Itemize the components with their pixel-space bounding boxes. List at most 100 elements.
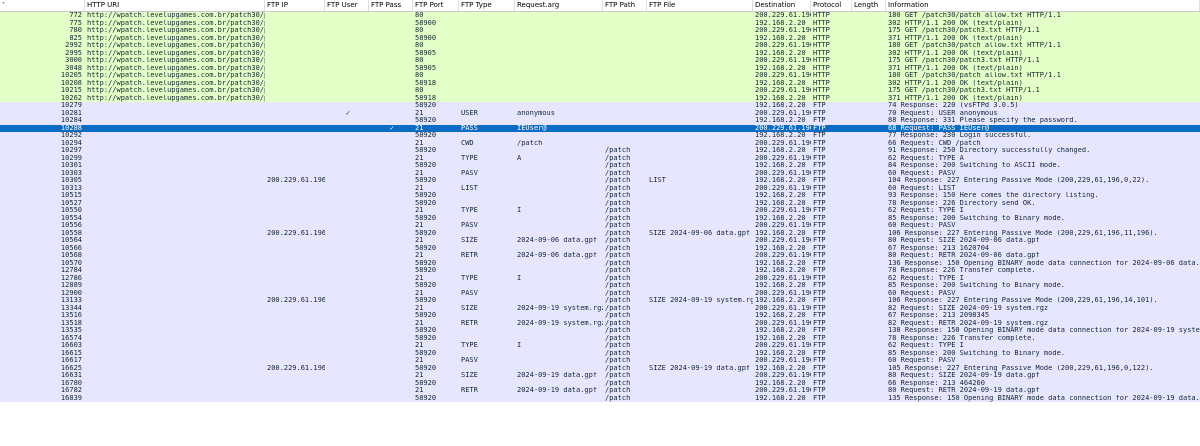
column-header-ftp-path[interactable]: FTP Path xyxy=(603,0,647,11)
protocol-cell: FTP xyxy=(813,349,826,357)
packet-row[interactable]: 10208 http://wpatch.levelupgames.com.br/p… xyxy=(0,79,1200,87)
packet-row[interactable]: 775 http://wpatch.levelupgames.com.br/pat… xyxy=(0,19,1200,27)
http-uri-cell: http://wpatch.levelupgames.com.br/patch3… xyxy=(87,12,265,19)
packet-row[interactable]: 10301 58920/patch 192.168.2.20 FTP 84 Respon… xyxy=(0,162,1200,170)
ftp-port-cell: 58920 xyxy=(415,364,437,372)
packet-row[interactable]: 10305 200.229.61.196 58920/patch LIST 192.16… xyxy=(0,177,1200,185)
packet-row[interactable]: 10515 58920/patch 192.168.2.20 FTP 93 Respon… xyxy=(0,192,1200,200)
column-header-ftp-file[interactable]: FTP File xyxy=(647,0,753,11)
packet-number-cell: 10297 xyxy=(60,147,82,154)
packet-row[interactable]: 10556 21 PASV/patch 200.229.61.196 FTP 60 Req… xyxy=(0,222,1200,230)
ftp-pass-check-cell xyxy=(369,12,413,20)
ftp-ip-cell: 200.229.61.196 xyxy=(267,229,325,237)
packet-row[interactable]: 10570 58920/patch 192.168.2.20 FTP 136 Respo… xyxy=(0,259,1200,268)
packet-row[interactable]: 10284 58920 192.168.2.20 FTP 88 Response: 33… xyxy=(0,117,1200,125)
packet-row[interactable]: 10564 21 SIZE 2024-09-06 data.gpf/patch 200.… xyxy=(0,237,1200,245)
information-cell: 68 Request: PASS IEUser@ xyxy=(888,124,990,132)
column-header-request-arg[interactable]: Request.arg xyxy=(515,0,603,11)
packet-row[interactable]: 10299 21 TYPE A/patch 200.229.61.196 FTP 62 Re… xyxy=(0,154,1200,162)
packet-row[interactable]: 10205 http://wpatch.levelupgames.com.br/p… xyxy=(0,72,1200,80)
http-uri-cell xyxy=(85,110,265,118)
request-arg-cell: I xyxy=(517,342,522,349)
column-header-ftp-user[interactable]: FTP User xyxy=(325,0,369,11)
request-arg-cell xyxy=(515,230,603,238)
packet-row[interactable]: 10279 58920 192.168.2.20 FTP 74 Response: 22… xyxy=(0,102,1200,110)
packet-row[interactable]: 10215 http://wpatch.levelupgames.com.br/p… xyxy=(0,87,1200,95)
packet-row[interactable]: 2992 http://wpatch.levelupgames.com.br/pa… xyxy=(0,42,1200,50)
packet-row[interactable]: 10297 58920/patch 192.168.2.20 FTP 91 Respon… xyxy=(0,147,1200,155)
packet-row[interactable]: 10288 ✓ 21 PASS IEUser@ 200.229.61.196 FTP 68 R… xyxy=(0,124,1200,132)
packet-row[interactable]: 10262 http://wpatch.levelupgames.com.br/p… xyxy=(0,94,1200,102)
packet-row[interactable]: 10281 ✓ 21 USER anonymous 200.229.61.196 FTP 70… xyxy=(0,109,1200,118)
ftp-ip-cell xyxy=(265,162,325,170)
ftp-port-cell: 58920 xyxy=(415,312,437,319)
packet-row[interactable]: 16603 21 TYPE I/patch 200.229.61.196 FTP 62 Re… xyxy=(0,342,1200,350)
packet-row[interactable]: 12889 58920/patch 192.168.2.20 FTP 85 Respon… xyxy=(0,282,1200,290)
packet-row[interactable]: 10568 21 RETR 2024-09-06 data.gpf/patch 200.… xyxy=(0,252,1200,260)
packet-row[interactable]: 10303 21 PASV/patch 200.229.61.196 FTP 60 Req… xyxy=(0,169,1200,177)
ftp-type-cell: TYPE xyxy=(461,342,478,349)
packet-row[interactable]: 16782 21 RETR 2024-09-19 data.gpf/patch 200.… xyxy=(0,387,1200,395)
column-header-information[interactable]: Information xyxy=(886,0,1200,11)
packet-row[interactable]: 16631 21 SIZE 2024-09-19 data.gpf/patch 200.… xyxy=(0,372,1200,380)
packet-row[interactable]: 10554 58920/patch 192.168.2.20 FTP 85 Respon… xyxy=(0,214,1200,223)
ftp-port-cell: 21 xyxy=(415,304,424,312)
http-uri-cell xyxy=(85,387,265,395)
packet-row[interactable]: 2995 http://wpatch.levelupgames.com.br/pa… xyxy=(0,49,1200,57)
packet-row[interactable]: 16615 58920/patch 192.168.2.20 FTP 85 Respon… xyxy=(0,349,1200,357)
column-header-ftp-port[interactable]: FTP Port xyxy=(413,0,459,11)
packet-row[interactable]: 10294 21 CWD/patch 200.229.61.196 FTP 66 Requ… xyxy=(0,139,1200,148)
packet-row[interactable]: 13133 200.229.61.196 58920/patch SIZE 2024-… xyxy=(0,297,1200,305)
packet-row[interactable]: 12784 58920/patch 192.168.2.20 FTP 78 Respon… xyxy=(0,267,1200,275)
request-arg-cell: 2024-09-19 system.rgz xyxy=(517,304,603,312)
packet-row[interactable]: 10527 58920/patch 192.168.2.20 FTP 78 Respon… xyxy=(0,199,1200,207)
ftp-ip-cell xyxy=(265,147,325,155)
ftp-user-check-cell xyxy=(325,140,369,148)
column-header-destination[interactable]: Destination xyxy=(753,0,811,11)
packet-row[interactable]: 10558 200.229.61.196 58920/patch SIZE 2024-… xyxy=(0,229,1200,238)
packet-row[interactable]: 16780 58920/patch 192.168.2.20 FTP 66 Respon… xyxy=(0,379,1200,388)
packet-row[interactable]: 16574 58920/patch 192.168.2.20 FTP 78 Respon… xyxy=(0,334,1200,342)
packet-row[interactable]: 13516 58920/patch 192.168.2.20 FTP 67 Respon… xyxy=(0,312,1200,320)
packet-row[interactable]: 16625 200.229.61.196 58920/patch SIZE 2024-… xyxy=(0,364,1200,372)
ftp-ip-cell xyxy=(265,192,325,200)
length-cell xyxy=(852,215,886,223)
request-arg-cell xyxy=(515,87,603,95)
column-header-ftp-ip[interactable]: FTP IP xyxy=(265,0,325,11)
packet-row[interactable]: 772 http://wpatch.levelupgames.com.br/pat… xyxy=(0,12,1200,20)
ftp-type-cell xyxy=(459,380,515,388)
ftp-port-cell: 58920 xyxy=(415,199,437,207)
column-header-no[interactable]: ˅ xyxy=(0,0,85,11)
ftp-port-cell: 80 xyxy=(415,27,424,34)
packet-row[interactable]: 780 http://wpatch.levelupgames.com.br/pat… xyxy=(0,27,1200,35)
packet-row[interactable]: 13344 21 SIZE 2024-09-19 system.rgz/patch 20… xyxy=(0,304,1200,312)
packet-row[interactable]: 825 http://wpatch.levelupgames.com.br/pat… xyxy=(0,34,1200,42)
packet-row[interactable]: 12900 21 PASV/patch 200.229.61.196 FTP 60 Req… xyxy=(0,289,1200,297)
packet-row[interactable]: 16839 58920/patch 192.168.2.20 FTP 135 Respo… xyxy=(0,394,1200,402)
request-arg-cell xyxy=(515,215,603,223)
ftp-type-cell: LIST xyxy=(461,184,478,192)
packet-row[interactable]: 12786 21 TYPE I/patch 200.229.61.196 FTP 62 Re… xyxy=(0,274,1200,282)
packet-row[interactable]: 10566 58920/patch 192.168.2.20 FTP 67 Respon… xyxy=(0,244,1200,252)
column-header-length[interactable]: Length xyxy=(852,0,886,11)
column-header-protocol[interactable]: Protocol xyxy=(811,0,852,11)
column-header-ftp-pass[interactable]: FTP Pass xyxy=(369,0,413,11)
column-header-ftp-type[interactable]: FTP Type xyxy=(459,0,515,11)
http-uri-cell: http://wpatch.levelupgames.com.br/patch3… xyxy=(87,79,265,87)
packet-row[interactable]: 16617 21 PASV/patch 200.229.61.196 FTP 60 Req… xyxy=(0,357,1200,365)
packet-row[interactable]: 10550 21 TYPE I/patch 200.229.61.196 FTP 62 Re… xyxy=(0,207,1200,215)
ftp-ip-cell: 200.229.61.196 xyxy=(267,297,325,304)
request-arg-cell: anonymous xyxy=(517,109,555,117)
packet-number-cell: 10281 xyxy=(60,109,82,117)
packet-row[interactable]: 10313 21 LIST/patch 200.229.61.196 FTP 60 Req… xyxy=(0,184,1200,192)
destination-cell: 192.168.2.20 xyxy=(755,244,806,252)
http-uri-cell xyxy=(85,260,265,268)
packet-number-cell: 10301 xyxy=(60,162,82,169)
column-header-http-uri[interactable]: HTTP URI xyxy=(85,0,265,11)
ftp-type-cell xyxy=(459,42,515,50)
packet-row[interactable]: 10292 58920 192.168.2.20 FTP 77 Response: 23… xyxy=(0,132,1200,140)
packet-row[interactable]: 3000 http://wpatch.levelupgames.com.br/pa… xyxy=(0,57,1200,65)
packet-row[interactable]: 13518 21 RETR 2024-09-19 system.rgz/patch 20… xyxy=(0,319,1200,327)
packet-row[interactable]: 3048 http://wpatch.levelupgames.com.br/pa… xyxy=(0,64,1200,72)
packet-row[interactable]: 13535 58920/patch 192.168.2.20 FTP 138 Respo… xyxy=(0,327,1200,335)
